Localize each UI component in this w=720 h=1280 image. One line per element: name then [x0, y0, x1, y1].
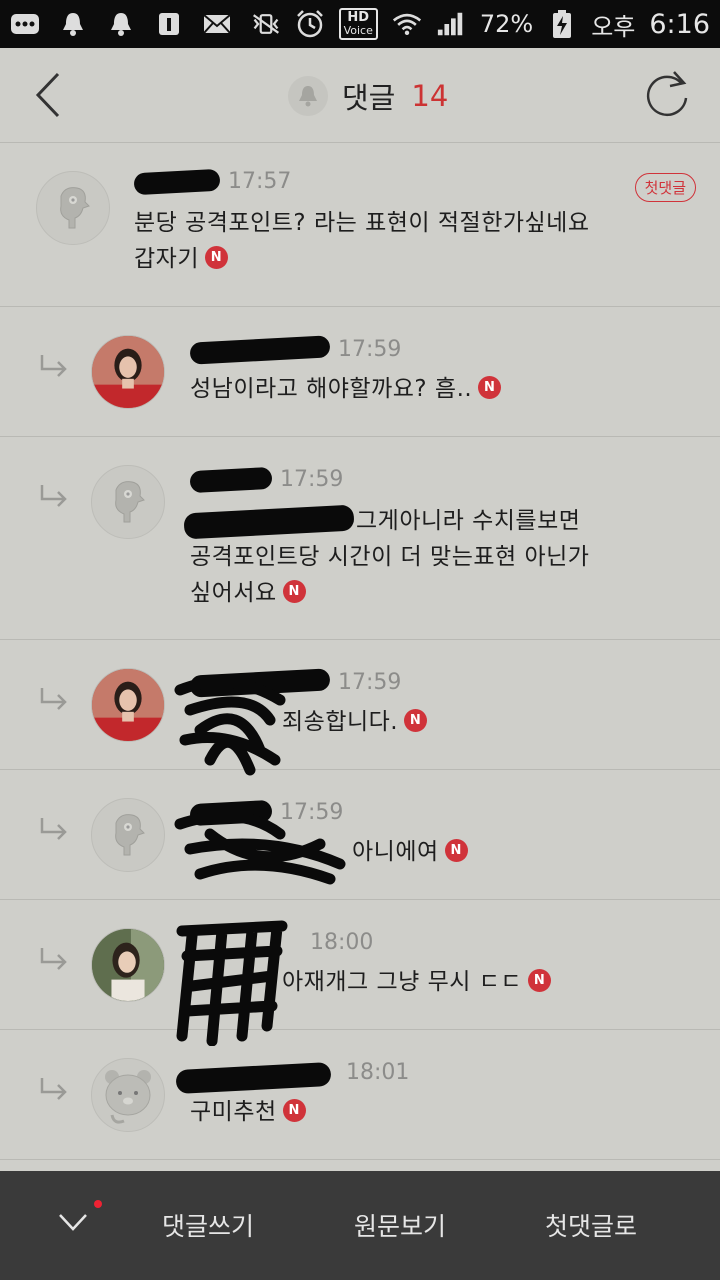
status-time: 6:16	[649, 8, 710, 40]
redacted-author-name	[189, 466, 273, 493]
comment-time: 18:00	[310, 930, 374, 955]
new-badge: N	[282, 1099, 306, 1122]
vibrate-icon	[251, 11, 281, 37]
bell-icon	[106, 11, 136, 37]
comment-text: 분당 공격포인트? 라는 표현이 적절한가싶네요 갑자기	[134, 210, 590, 272]
bell-icon	[299, 86, 317, 107]
default-profile-icon	[115, 481, 145, 523]
avatar[interactable]	[91, 668, 165, 742]
refresh-button[interactable]	[642, 68, 692, 120]
redaction-scribble	[174, 676, 286, 776]
comment-text: 아재개그 그냥 무시 ㄷㄷ	[282, 969, 523, 995]
view-original-button[interactable]: 원문보기	[354, 1207, 446, 1243]
default-profile-icon	[60, 187, 90, 229]
default-profile-icon	[115, 814, 145, 856]
comment-time: 17:59	[338, 337, 402, 362]
reply-arrow-icon	[40, 1078, 67, 1100]
page-title: 댓글	[342, 81, 396, 115]
comment-text-line-2: 공격포인트당 시간이 더 맞는표현 아닌가	[190, 544, 590, 570]
avatar[interactable]	[36, 171, 110, 245]
battery-charging-icon	[547, 10, 577, 38]
new-badge: N	[478, 376, 502, 399]
bottom-action-bar: 댓글쓰기 원문보기 첫댓글로	[0, 1171, 720, 1280]
reply-item[interactable]: 17:59 아니에여 N	[0, 770, 720, 900]
comment-time: 17:59	[280, 467, 344, 492]
reply-item[interactable]: 17:59 죄송합니다. N	[0, 640, 720, 776]
comment-text-line-3: 싶어서요	[190, 580, 277, 606]
reply-item[interactable]: 18:00 아재개그 그냥 무시 ㄷㄷ N	[0, 900, 720, 1046]
chevron-left-icon	[35, 72, 60, 118]
write-comment-button[interactable]: 댓글쓰기	[162, 1207, 254, 1243]
reply-arrow-icon	[40, 355, 67, 377]
go-first-comment-button[interactable]: 첫댓글로	[545, 1207, 637, 1243]
reply-item[interactable]: 17:59 그게아니라 수치를보면 공격포인트당 시간이 더 맞는표현 아닌가 …	[0, 437, 720, 640]
reply-item[interactable]: 17:59 성남이라고 해야할까요? 흠.. N	[0, 307, 720, 437]
avatar[interactable]	[91, 798, 165, 872]
kakao-ryan-icon	[105, 1070, 151, 1124]
comment-item[interactable]: 17:57 첫댓글 분당 공격포인트? 라는 표현이 적절한가싶네요 갑자기 N	[0, 143, 720, 307]
header-title-group: 댓글 14	[288, 74, 448, 118]
comment-time: 17:59	[338, 670, 402, 695]
reply-arrow-icon	[40, 485, 67, 507]
redaction-scribble	[174, 810, 346, 885]
comment-time: 17:57	[228, 169, 292, 194]
comment-text: 죄송합니다.	[282, 709, 399, 735]
new-indicator-dot	[94, 1200, 102, 1208]
alarm-icon	[295, 10, 325, 38]
redacted-author-name	[175, 1061, 332, 1095]
back-button[interactable]	[28, 70, 68, 120]
wifi-icon	[392, 11, 422, 37]
profile-photo	[92, 929, 164, 1001]
comment-text-line-1: 그게아니라 수치를보면	[356, 508, 581, 534]
comment-text: 성남이라고 해야할까요? 흠..	[190, 376, 473, 402]
profile-photo	[92, 336, 164, 408]
reply-arrow-icon	[40, 688, 67, 710]
avatar[interactable]	[91, 465, 165, 539]
status-ampm: 오후	[591, 12, 636, 41]
comments-header: 댓글 14	[0, 48, 720, 143]
hd-voice-indicator: HD Voice	[338, 8, 378, 40]
first-comment-badge: 첫댓글	[634, 173, 696, 202]
collapse-button[interactable]	[56, 1205, 90, 1239]
bell-icon	[58, 11, 88, 37]
reply-arrow-icon	[40, 818, 67, 840]
status-bar: HD Voice 72% 오후 6:16	[0, 0, 720, 48]
profile-photo	[92, 669, 164, 741]
redacted-author-name	[133, 168, 221, 195]
chevron-down-icon	[59, 1214, 87, 1231]
reply-item[interactable]: 18:01 구미추천 N	[0, 1030, 720, 1160]
avatar[interactable]	[91, 335, 165, 409]
new-badge: N	[204, 246, 228, 269]
avatar[interactable]	[91, 928, 165, 1002]
signal-icon	[436, 11, 466, 37]
message-icon	[10, 11, 40, 37]
battery-percent: 72%	[479, 10, 534, 38]
comment-text: 구미추천	[190, 1099, 277, 1125]
redaction-scribble	[176, 920, 288, 1046]
mail-icon	[202, 11, 232, 37]
new-badge: N	[282, 580, 306, 603]
avatar[interactable]	[91, 1058, 165, 1132]
reply-arrow-icon	[40, 948, 67, 970]
comment-count: 14	[411, 79, 449, 113]
calendar-icon	[154, 11, 184, 37]
notification-bell-button[interactable]	[288, 76, 328, 116]
comment-text: 아니에여	[352, 839, 439, 865]
comment-time: 18:01	[346, 1060, 410, 1085]
refresh-icon	[646, 71, 688, 117]
new-badge: N	[444, 839, 468, 862]
new-badge: N	[404, 709, 428, 732]
redacted-author-name	[189, 334, 331, 365]
new-badge: N	[528, 969, 552, 992]
